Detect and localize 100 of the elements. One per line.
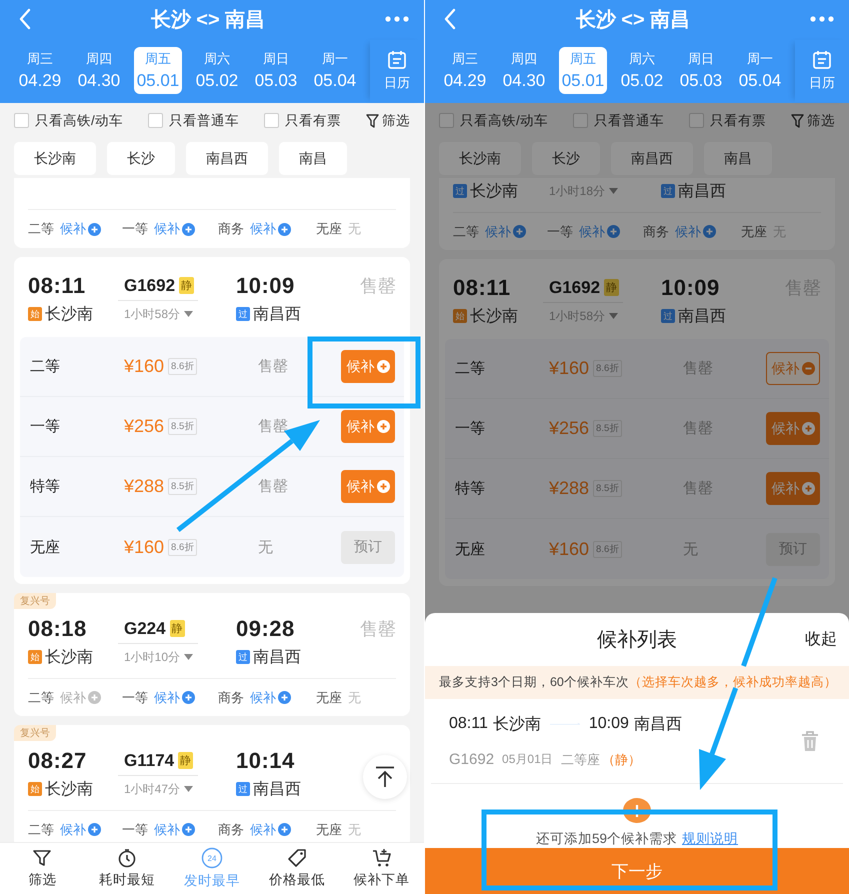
tab-item[interactable]: 耗时最短	[84, 843, 170, 894]
book-button[interactable]: 预订	[341, 530, 395, 564]
waitlist-button[interactable]: 候补	[766, 352, 820, 385]
filter-button[interactable]: 筛选	[791, 112, 835, 130]
availability-text: 售罄	[258, 417, 289, 436]
trash-icon	[801, 730, 819, 752]
station-chip[interactable]: 长沙	[532, 142, 600, 175]
calendar-button[interactable]: 日历	[370, 40, 424, 102]
stop-tag: 始	[28, 782, 42, 796]
discount-tag: 8.6折	[593, 540, 622, 558]
seat-class: 商务	[643, 222, 669, 240]
more-button[interactable]	[384, 15, 410, 23]
checkbox-label: 只看普通车	[594, 112, 664, 130]
checkbox[interactable]	[264, 113, 279, 128]
checkbox[interactable]	[148, 113, 163, 128]
price-text: ¥160	[549, 538, 590, 560]
plus-icon	[278, 823, 291, 836]
caret-icon	[184, 654, 194, 660]
date-tab[interactable]: 周三 04.29	[441, 47, 489, 94]
seat-class: 二等	[28, 220, 54, 238]
back-button[interactable]	[18, 8, 32, 30]
caret-icon	[609, 313, 618, 319]
seat-availability: 候补	[250, 688, 276, 706]
stop-tag: 过	[236, 307, 250, 321]
station-chip[interactable]: 长沙南	[439, 142, 521, 175]
duration-text: 1小时18分	[549, 182, 606, 200]
seat-class: 无座	[316, 220, 342, 238]
checkbox[interactable]	[688, 113, 704, 128]
date-tab[interactable]: 周五 05.01	[134, 47, 182, 94]
date-tab[interactable]: 周四 04.30	[75, 47, 123, 94]
cart-icon	[372, 848, 392, 868]
filter-icon	[366, 114, 379, 128]
date-tab[interactable]: 周日 05.03	[252, 47, 300, 94]
rules-link[interactable]: 规则说明	[682, 830, 738, 848]
seat-availability: 无	[348, 820, 361, 838]
seat-class: 二等	[30, 357, 61, 376]
quiet-badge: 静	[178, 752, 194, 769]
seat-availability: 无	[348, 220, 361, 238]
station-name: 长沙南	[492, 714, 541, 734]
waitlist-button[interactable]: 候补	[341, 410, 395, 443]
collapse-button[interactable]: 收起	[805, 629, 837, 650]
waitlist-button[interactable]: 候补	[766, 412, 820, 445]
price-text: ¥160	[124, 536, 164, 558]
waitlist-button[interactable]: 候补	[341, 350, 395, 383]
station-chip[interactable]: 南昌	[279, 142, 347, 175]
seat-availability: 候补	[60, 688, 86, 706]
date-tab[interactable]: 周三 04.29	[16, 47, 64, 94]
tab-item[interactable]: 价格最低	[254, 843, 340, 894]
availability-text: 售罄	[683, 419, 714, 438]
seat-availability: 候补	[485, 222, 511, 240]
back-button[interactable]	[443, 8, 457, 30]
date-tab[interactable]: 周六 05.02	[193, 47, 241, 94]
delete-button[interactable]	[801, 730, 819, 752]
price-text: ¥256	[124, 416, 164, 437]
checkbox[interactable]	[14, 113, 29, 128]
checkbox[interactable]	[572, 113, 588, 128]
duration-text: 1小时58分	[549, 308, 606, 324]
seat-availability: 候补	[154, 688, 180, 706]
checkbox-label: 只看高铁/动车	[35, 112, 123, 130]
date-tab[interactable]: 周日 05.03	[677, 47, 725, 94]
availability-text: 售罄	[683, 479, 714, 498]
availability-text: 无	[258, 538, 274, 556]
caret-icon	[184, 311, 194, 317]
tag-icon	[286, 848, 307, 868]
seat-class: 无座	[316, 688, 342, 706]
station-chip[interactable]: 南昌西	[186, 142, 268, 175]
station-chip[interactable]: 南昌	[704, 142, 772, 175]
tab-item[interactable]: 候补下单	[339, 843, 424, 894]
seat-availability: 候补	[579, 222, 605, 240]
stop-tag: 始	[28, 307, 42, 321]
station-chip[interactable]: 长沙	[107, 142, 175, 175]
availability-text: 售罄	[258, 357, 289, 376]
date-tab[interactable]: 周一 05.04	[736, 47, 784, 94]
filter-button[interactable]: 筛选	[366, 112, 410, 130]
station-chip[interactable]: 南昌西	[611, 142, 693, 175]
date-tab[interactable]: 周一 05.04	[311, 47, 359, 94]
waitlist-button[interactable]: 候补	[341, 470, 395, 503]
date-tab[interactable]: 周五 05.01	[559, 47, 607, 94]
station-chip[interactable]: 长沙南	[14, 142, 96, 175]
calendar-button[interactable]: 日历	[795, 40, 849, 102]
quiet-badge: 静	[604, 279, 620, 296]
station-name: 长沙南	[45, 780, 93, 800]
waitlist-button[interactable]: 候补	[766, 472, 820, 505]
date-tab[interactable]: 周六 05.02	[618, 47, 666, 94]
checkbox[interactable]	[439, 113, 454, 128]
tab-item[interactable]: 筛选	[0, 843, 85, 894]
tab-item[interactable]: 24 发时最早	[170, 843, 254, 894]
availability-text: 售罄	[683, 359, 714, 378]
clock-icon: 24	[200, 847, 223, 869]
seat-class: 无座	[316, 820, 342, 838]
seat-class: 无座	[30, 538, 61, 556]
more-icon	[808, 15, 835, 23]
next-step-button[interactable]: 下一步	[425, 848, 849, 894]
seat-class: 二等	[453, 222, 479, 240]
more-button[interactable]	[808, 15, 835, 23]
arrival-time: 10:09	[588, 715, 629, 733]
checkbox-label: 只看有票	[710, 112, 766, 130]
date-tab[interactable]: 周四 04.30	[500, 47, 548, 94]
more-icon	[384, 15, 410, 23]
seat-availability: 候补	[250, 220, 276, 238]
